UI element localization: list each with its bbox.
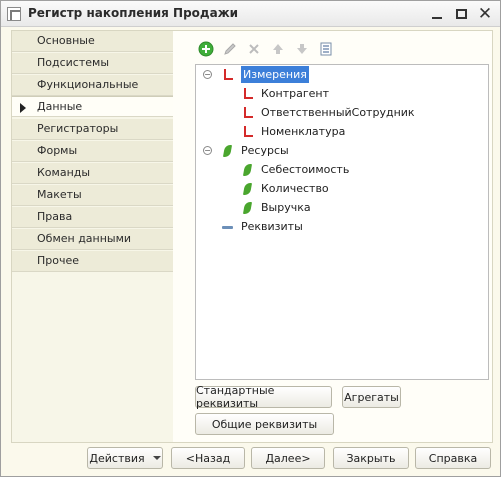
tree-node-dimension[interactable]: ОтветственныйСотрудник — [241, 104, 415, 121]
nav-item-rights[interactable]: Права — [12, 207, 174, 228]
tree-node-label: Себестоимость — [261, 163, 350, 176]
data-tree: − Измерения Контрагент ОтветственныйСотр… — [195, 64, 489, 380]
tree-node-attributes[interactable]: Реквизиты — [221, 218, 303, 235]
nav-item-label: Макеты — [37, 188, 82, 201]
tree-node-label: Ресурсы — [241, 144, 289, 157]
window-controls: ✕ — [428, 4, 494, 24]
actions-dropdown[interactable]: Действия — [87, 447, 163, 469]
nav-item-label: Данные — [37, 100, 83, 113]
resource-icon — [221, 144, 235, 158]
window-icon — [7, 7, 21, 21]
move-down-icon[interactable] — [294, 41, 310, 57]
close-icon[interactable]: ✕ — [476, 4, 494, 24]
resource-icon — [241, 163, 255, 177]
back-button[interactable]: <Назад — [171, 447, 245, 469]
tree-node-label: Выручка — [261, 201, 311, 214]
aggregates-button[interactable]: Агрегаты — [342, 386, 401, 408]
maximize-icon[interactable] — [452, 5, 470, 22]
edit-icon[interactable] — [222, 41, 238, 57]
tree-node-label: ОтветственныйСотрудник — [261, 106, 415, 119]
nav-item-label: Регистраторы — [37, 122, 119, 135]
title-bar: Регистр накопления Продажи ✕ — [1, 1, 500, 27]
minimize-icon[interactable] — [428, 5, 446, 22]
dimension-icon — [241, 125, 255, 139]
tree-toolbar — [198, 40, 334, 58]
nav-item-label: Права — [37, 210, 73, 223]
tree-node-resource[interactable]: Количество — [241, 180, 329, 197]
nav-item-functional-options[interactable]: Функциональные опции — [12, 75, 174, 111]
nav-item-data[interactable]: Данные — [12, 96, 174, 117]
move-up-icon[interactable] — [270, 41, 286, 57]
nav-item-label: Формы — [37, 144, 78, 157]
resource-icon — [241, 201, 255, 215]
tree-node-dimension[interactable]: Контрагент — [241, 85, 329, 102]
collapse-icon[interactable]: − — [203, 146, 212, 155]
dimension-icon — [241, 106, 255, 120]
close-button[interactable]: Закрыть — [333, 447, 409, 469]
tree-node-resources[interactable]: − Ресурсы — [203, 142, 289, 159]
tree-node-dimensions[interactable]: − Измерения — [203, 66, 309, 83]
delete-icon[interactable] — [246, 41, 262, 57]
attribute-icon — [221, 220, 235, 234]
nav-item-basic[interactable]: Основные — [12, 31, 174, 52]
window: Регистр накопления Продажи ✕ Основные По… — [0, 0, 501, 477]
nav-item-recorders[interactable]: Регистраторы — [12, 119, 174, 140]
nav-item-label: Обмен данными — [37, 232, 132, 245]
window-title: Регистр накопления Продажи — [28, 6, 239, 20]
tree-node-label: Номенклатура — [261, 125, 346, 138]
actions-label: Действия — [89, 451, 145, 465]
chevron-down-icon — [152, 456, 161, 460]
nav-item-label: Прочее — [37, 254, 80, 267]
nav-item-subsystems[interactable]: Подсистемы — [12, 53, 174, 74]
tree-node-label: Количество — [261, 182, 329, 195]
sort-list-icon[interactable] — [318, 41, 334, 57]
add-icon[interactable] — [198, 41, 214, 57]
help-button[interactable]: Справка — [415, 447, 491, 469]
collapse-icon[interactable]: − — [203, 70, 212, 79]
standard-attributes-button[interactable]: Стандартные реквизиты — [195, 384, 332, 410]
nav-item-templates[interactable]: Макеты — [12, 185, 174, 206]
tree-node-resource[interactable]: Себестоимость — [241, 161, 349, 178]
tree-node-label: Контрагент — [261, 87, 330, 100]
nav-item-forms[interactable]: Формы — [12, 141, 174, 162]
dimension-icon — [241, 87, 255, 101]
nav-item-label: Основные — [37, 34, 95, 47]
nav-item-other[interactable]: Прочее — [12, 251, 174, 272]
tree-node-dimension[interactable]: Номенклатура — [241, 123, 345, 140]
nav-item-commands[interactable]: Команды — [12, 163, 174, 184]
tree-node-label: Реквизиты — [241, 220, 303, 233]
nav-item-label: Подсистемы — [37, 56, 110, 69]
active-arrow-icon — [20, 103, 26, 113]
next-button[interactable]: Далее> — [251, 447, 325, 469]
tree-node-label: Измерения — [241, 66, 309, 83]
nav-item-label: Команды — [37, 166, 91, 179]
dimension-icon — [221, 68, 235, 82]
nav-item-data-exchange[interactable]: Обмен данными — [12, 229, 174, 250]
common-attributes-button[interactable]: Общие реквизиты — [195, 413, 334, 435]
resource-icon — [241, 182, 255, 196]
section-nav: Основные Подсистемы Функциональные опции… — [11, 30, 174, 443]
tree-node-resource[interactable]: Выручка — [241, 199, 311, 216]
